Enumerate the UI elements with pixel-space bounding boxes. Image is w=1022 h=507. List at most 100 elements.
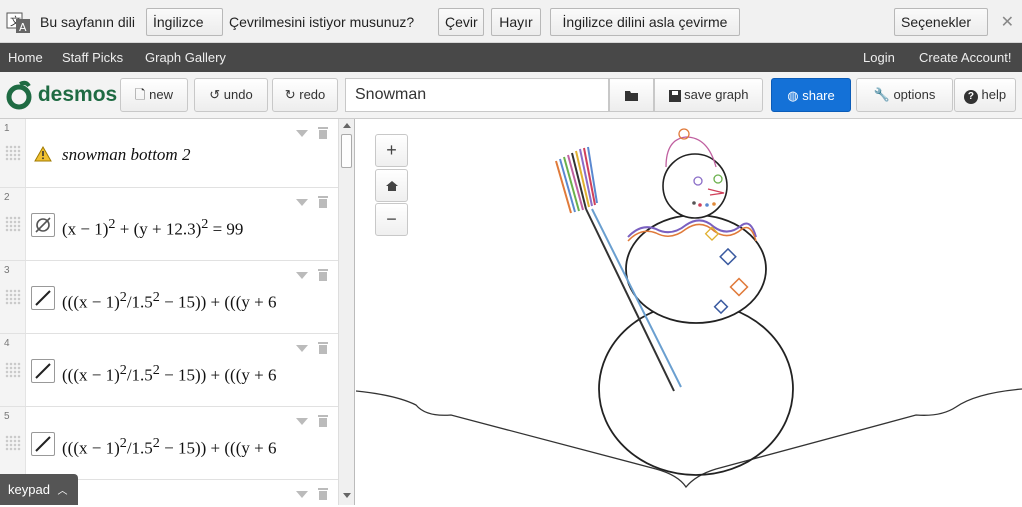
share-button[interactable]: ◍ share (771, 78, 851, 112)
drag-handle-icon[interactable] (5, 362, 21, 378)
new-label: new (149, 87, 173, 102)
trash-icon[interactable] (318, 487, 328, 500)
warning-icon (34, 146, 52, 162)
expression-scrollbar[interactable] (338, 119, 354, 505)
help-icon: ? (963, 90, 978, 104)
chevron-down-icon[interactable] (296, 345, 308, 352)
expression-gutter: 3 (0, 261, 26, 333)
chevron-down-icon[interactable] (296, 130, 308, 137)
trash-icon[interactable] (318, 341, 328, 354)
zoom-out-button[interactable]: − (375, 203, 408, 236)
undo-button[interactable]: ↺ undo (194, 78, 268, 112)
expression-gutter: 2 (0, 188, 26, 260)
line-style-toggle[interactable] (31, 359, 55, 383)
drag-handle-icon[interactable] (5, 289, 21, 305)
save-graph-button[interactable]: save graph (654, 78, 763, 112)
expression-list: 1 snowman bottom 2 2 (x − 1)2 + (y + 12.… (0, 119, 355, 505)
globe-icon: ◍ (787, 88, 799, 103)
translate-icon: 文 A (6, 12, 30, 34)
scroll-thumb[interactable] (341, 134, 352, 168)
expression-row-2[interactable]: 2 (x − 1)2 + (y + 12.3)2 = 99 (0, 188, 338, 261)
options-label: options (893, 87, 936, 102)
wrench-icon: 🔧 (873, 87, 890, 102)
nav-home[interactable]: Home (8, 50, 43, 65)
expression-row-4[interactable]: 4 (((x − 1)2/1.52 − 15)) + (((y + 6 (0, 334, 338, 407)
graph-canvas[interactable]: + − (356, 119, 1022, 505)
scroll-up-arrow[interactable] (343, 123, 351, 128)
chevron-up-icon: ︿ (57, 486, 68, 497)
translate-bar: 文 A Bu sayfanın dili İngilizce ▼ Çevrilm… (0, 0, 1022, 55)
expression-equation[interactable]: (((x − 1)2/1.52 − 15)) + (((y + 6 (62, 289, 276, 313)
svg-text:A: A (19, 21, 27, 34)
undo-icon: ↺ (209, 87, 221, 102)
nav-login[interactable]: Login (863, 50, 895, 65)
redo-button[interactable]: ↻ redo (272, 78, 338, 112)
nav-staff-picks[interactable]: Staff Picks (62, 50, 123, 65)
hidden-graph-toggle[interactable] (31, 213, 55, 237)
translate-options-button[interactable]: Seçenekler ▼ (894, 8, 988, 55)
expression-number: 2 (4, 192, 10, 203)
expression-row-1[interactable]: 1 snowman bottom 2 (0, 119, 338, 188)
logo-icon (6, 80, 32, 110)
expression-gutter: 1 (0, 119, 26, 187)
zoom-in-button[interactable]: + (375, 134, 408, 167)
language-select[interactable]: İngilizce ▼ (146, 8, 223, 55)
top-nav: Home Staff Picks Graph Gallery Login Cre… (0, 43, 1022, 72)
expression-row-5[interactable]: 5 (((x − 1)2/1.52 − 15)) + (((y + 6 (0, 407, 338, 480)
expression-equation[interactable]: (((x − 1)2/1.52 − 15)) + (((y + 6 (62, 435, 276, 459)
line-icon (35, 436, 51, 452)
chevron-down-icon[interactable] (296, 491, 308, 498)
line-style-toggle[interactable] (31, 432, 55, 456)
expression-number: 5 (4, 411, 10, 422)
expression-note[interactable]: snowman bottom 2 (62, 145, 190, 165)
nav-graph-gallery[interactable]: Graph Gallery (145, 50, 226, 65)
keypad-label: keypad (8, 482, 50, 497)
scroll-down-arrow[interactable] (343, 493, 351, 498)
desmos-logo: desmos (6, 80, 117, 110)
expression-equation[interactable]: (((x − 1)2/1.52 − 15)) + (((y + 6 (62, 362, 276, 386)
trash-icon[interactable] (318, 195, 328, 208)
trash-icon[interactable] (318, 414, 328, 427)
never-translate-button[interactable]: İngilizce dilini asla çevirme (550, 8, 740, 36)
expression-gutter: 5 (0, 407, 26, 479)
options-button[interactable]: 🔧 options (856, 78, 953, 112)
drag-handle-icon[interactable] (5, 216, 21, 232)
translate-button[interactable]: Çevir (438, 8, 484, 36)
undo-label: undo (223, 87, 253, 102)
chevron-down-icon[interactable] (296, 272, 308, 279)
redo-icon: ↻ (284, 87, 296, 102)
expression-equation[interactable]: (x − 1)2 + (y + 12.3)2 = 99 (62, 216, 243, 240)
home-icon (385, 181, 398, 192)
keypad-toggle[interactable]: keypad ︿ (0, 474, 78, 505)
open-graph-button[interactable] (609, 78, 654, 112)
translate-prompt-suffix: Çevrilmesini istiyor musunuz? (229, 14, 415, 30)
chevron-down-icon[interactable] (296, 418, 308, 425)
translate-options-label: Seçenekler (901, 14, 972, 30)
expression-number: 4 (4, 338, 10, 349)
help-label: help (981, 87, 1007, 102)
expression-number: 3 (4, 265, 10, 276)
save-graph-label: save graph (684, 87, 749, 102)
line-icon (35, 363, 51, 379)
zoom-home-button[interactable] (375, 169, 408, 202)
translate-prompt-prefix: Bu sayfanın dili (40, 14, 135, 30)
close-icon[interactable]: ✕ (1001, 12, 1014, 32)
save-icon (668, 89, 681, 102)
help-button[interactable]: ? help (954, 78, 1016, 112)
chevron-down-icon[interactable] (296, 199, 308, 206)
trash-icon[interactable] (318, 268, 328, 281)
drag-handle-icon[interactable] (5, 145, 21, 161)
drag-handle-icon[interactable] (5, 435, 21, 451)
graph-title-input[interactable]: Snowman (345, 78, 609, 112)
expression-row-3[interactable]: 3 (((x − 1)2/1.52 − 15)) + (((y + 6 (0, 261, 338, 334)
expression-gutter: 4 (0, 334, 26, 406)
line-icon (35, 290, 51, 306)
language-select-value: İngilizce (153, 14, 204, 30)
snowman-drawing (356, 128, 1022, 489)
new-button[interactable]: 🗋 new (120, 78, 188, 112)
line-style-toggle[interactable] (31, 286, 55, 310)
no-button[interactable]: Hayır (491, 8, 541, 36)
nav-create-account[interactable]: Create Account! (919, 50, 1012, 65)
trash-icon[interactable] (318, 126, 328, 139)
expression-number: 1 (4, 123, 10, 134)
